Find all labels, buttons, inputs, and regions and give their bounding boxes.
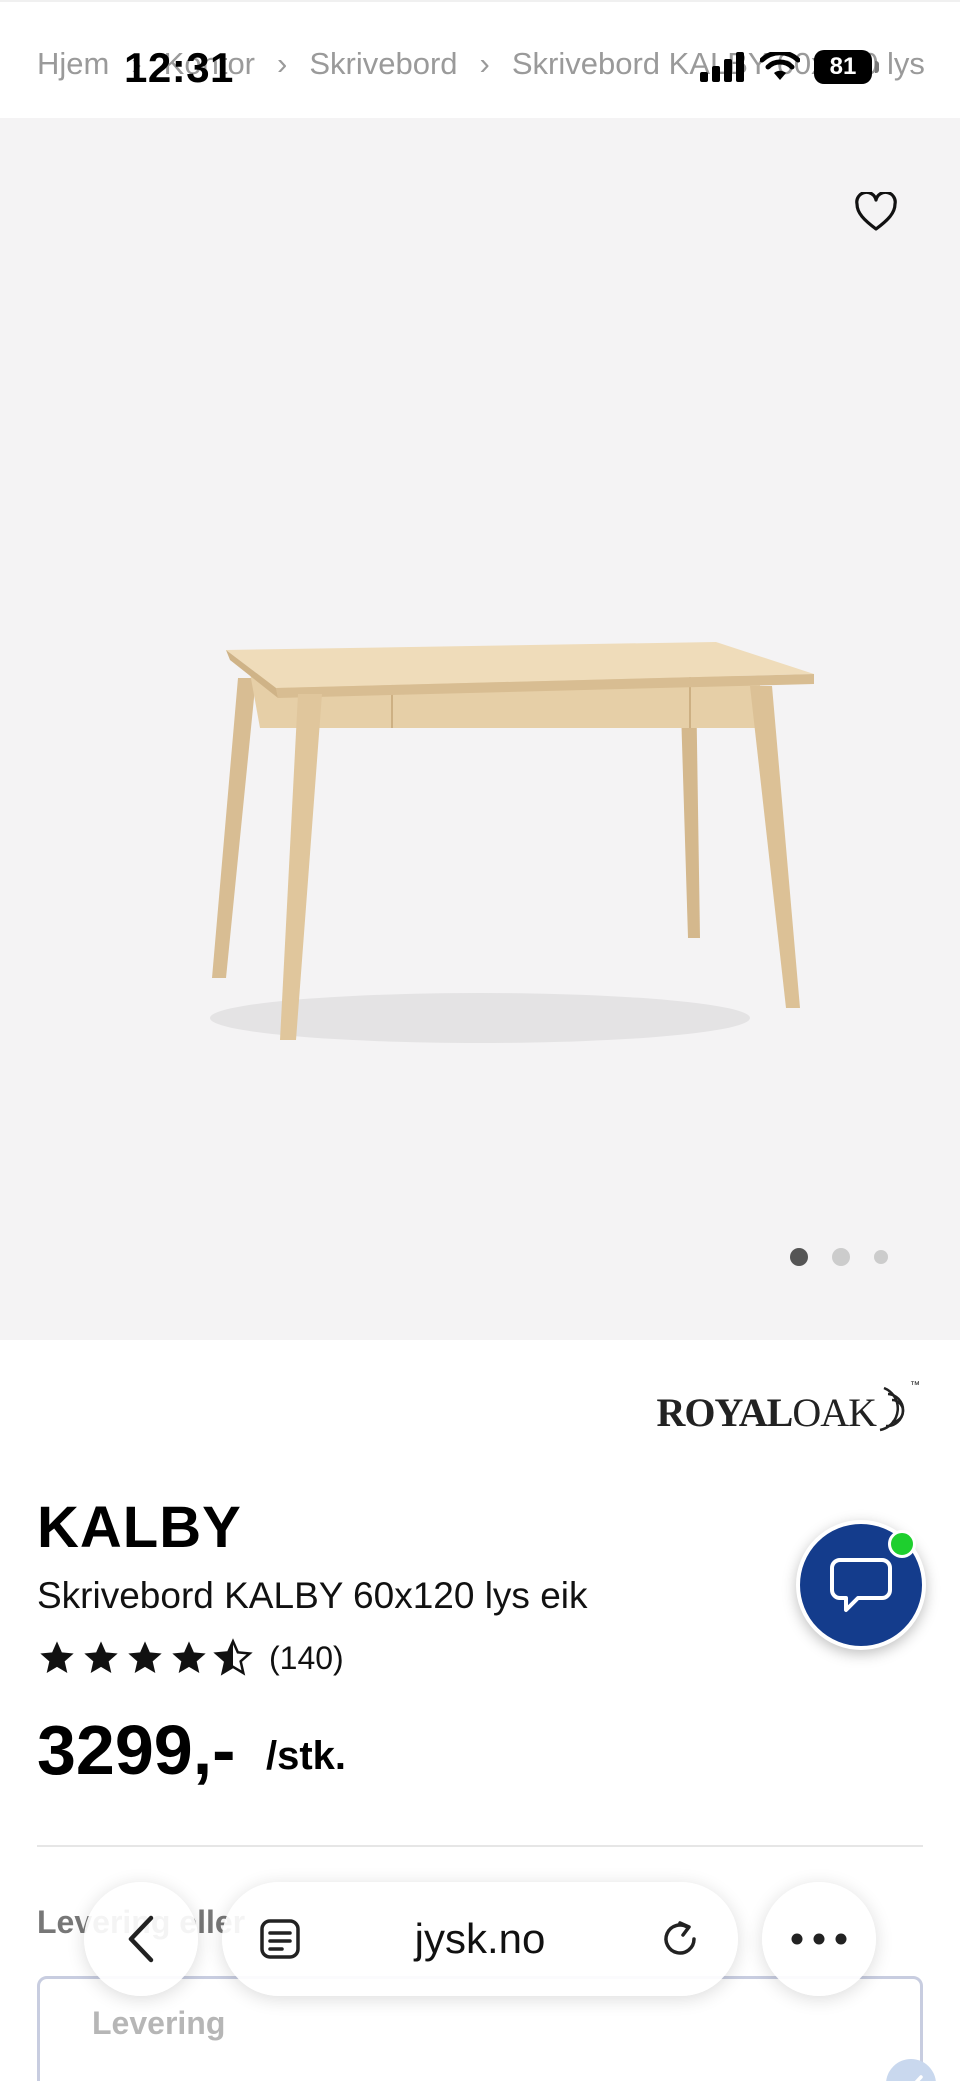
brand-tm: ™: [910, 1380, 920, 1391]
checkmark-icon: [886, 2059, 936, 2081]
star-full-icon: [172, 1641, 206, 1673]
online-indicator: [888, 1530, 916, 1558]
brand-logo-part1: ROYAL: [656, 1390, 794, 1435]
product-image: [210, 642, 814, 1043]
brand-logo-part2: OAK: [792, 1390, 877, 1435]
star-full-icon: [40, 1641, 74, 1673]
back-button[interactable]: [84, 1882, 198, 1996]
status-time: 12:31: [124, 44, 234, 91]
url-text[interactable]: jysk.no: [415, 1915, 546, 1963]
heart-outline-icon: [855, 192, 897, 231]
status-icons: 81: [700, 50, 879, 84]
star-half-icon: [213, 1638, 253, 1676]
chevron-right-icon: ›: [479, 46, 490, 81]
delivery-option-label: Levering: [92, 2005, 226, 2041]
price-unit: /stk.: [266, 1734, 347, 1778]
battery-indicator: 81: [814, 50, 879, 84]
chat-bubble-icon: [830, 1558, 892, 1612]
rating-count[interactable]: (140): [269, 1640, 344, 1677]
star-full-icon: [84, 1641, 118, 1673]
product-name: KALBY: [37, 1495, 242, 1560]
brand-arc-icon: [879, 1386, 905, 1432]
product-gallery[interactable]: [0, 118, 960, 1340]
star-full-icon: [128, 1641, 162, 1673]
product-description: Skrivebord KALBY 60x120 lys eik: [37, 1575, 588, 1616]
chevron-left-icon: [128, 1915, 154, 1963]
gallery-pagination: [790, 1248, 888, 1266]
favorite-button[interactable]: [852, 188, 900, 236]
tabs-icon[interactable]: [258, 1917, 302, 1961]
gallery-dot-1[interactable]: [790, 1248, 808, 1266]
chat-button[interactable]: [796, 1520, 926, 1650]
ellipsis-icon: [791, 1933, 847, 1945]
signal-icon: [700, 52, 744, 82]
product-rating[interactable]: (140): [37, 1638, 344, 1678]
battery-level: 81: [829, 53, 857, 80]
top-bar: Hjem › Kontor › Skrivebord › Skrivebord …: [0, 0, 960, 118]
gallery-dot-2[interactable]: [832, 1248, 850, 1266]
breadcrumb-item-home[interactable]: Hjem: [37, 46, 109, 82]
address-bar[interactable]: jysk.no: [222, 1882, 738, 1996]
breadcrumb-item-desks[interactable]: Skrivebord: [309, 46, 457, 82]
browser-toolbar: jysk.no: [0, 1880, 960, 2000]
brand-logo: ROYAL OAK ™: [657, 1380, 920, 1436]
product-price: 3299,-: [37, 1711, 236, 1789]
wifi-icon: [760, 52, 800, 80]
reload-icon[interactable]: [658, 1917, 702, 1961]
chevron-right-icon: ›: [277, 46, 288, 81]
more-button[interactable]: [762, 1882, 876, 1996]
gallery-dot-3[interactable]: [874, 1250, 888, 1264]
divider: [37, 1845, 923, 1847]
